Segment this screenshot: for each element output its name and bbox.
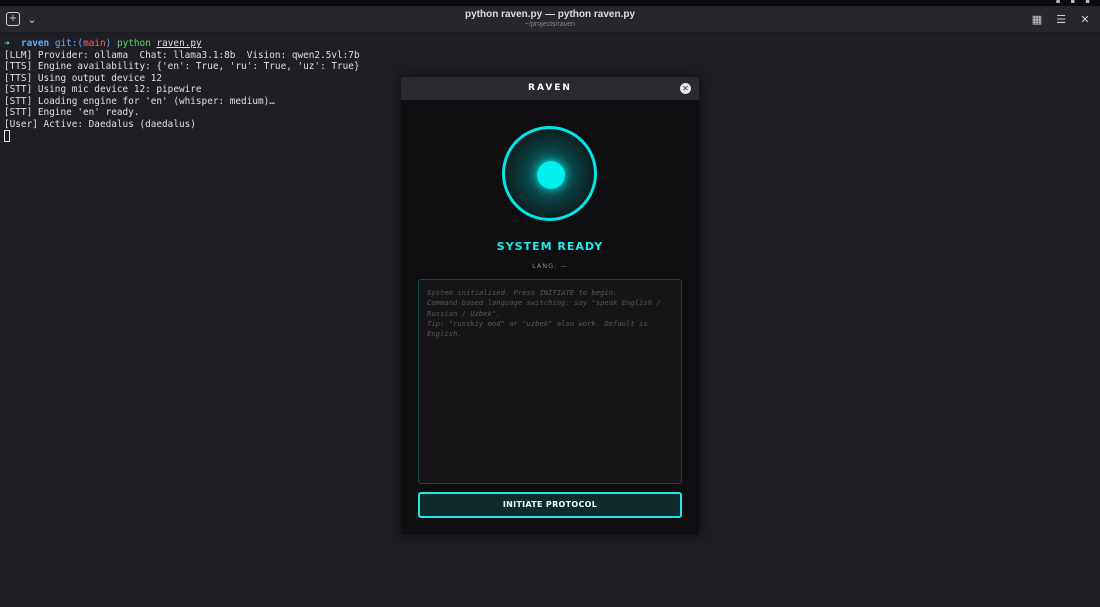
tray-icon[interactable]: ▪ xyxy=(1071,0,1076,5)
terminal-line: [User] Active: Daedalus (daedalus) xyxy=(4,118,196,130)
window-title-block: python raven.py — python raven.py ~/proj… xyxy=(0,9,1100,28)
tray-icon[interactable]: ▪ xyxy=(1085,0,1090,5)
terminal-line: [STT] Engine 'en' ready. xyxy=(4,107,140,118)
tray-icon[interactable]: ▪ xyxy=(1056,0,1061,5)
dialog-title: RAVEN xyxy=(528,83,572,93)
orb-core xyxy=(537,161,565,189)
log-text: System initialised. Press INITIATE to be… xyxy=(427,288,661,339)
terminal-titlebar: + ⌄ python raven.py — python raven.py ~/… xyxy=(0,6,1100,33)
raven-dialog: RAVEN ✕ SYSTEM READY LANG: — System init… xyxy=(401,77,699,535)
log-area[interactable]: System initialised. Press INITIATE to be… xyxy=(418,279,682,484)
terminal-line: [TTS] Engine availability: {'en': True, … xyxy=(4,61,360,72)
terminal-cursor xyxy=(4,130,10,142)
window-subtitle: ~/projects/raven xyxy=(525,21,575,28)
terminal-output[interactable]: ➜ raven git:(main) python raven.py [LLM]… xyxy=(4,38,360,142)
status-orb-icon xyxy=(502,126,597,221)
prompt-git: git:( xyxy=(54,38,84,49)
prompt-git-close: ) xyxy=(105,38,112,49)
prompt-branch: main xyxy=(83,38,106,49)
prompt-arg: raven.py xyxy=(156,38,202,49)
prompt-command: python xyxy=(116,38,151,49)
language-indicator: LANG: — xyxy=(532,262,568,270)
window-title: python raven.py — python raven.py xyxy=(464,9,636,20)
terminal-line: [TTS] Using output device 12 xyxy=(4,72,163,84)
grid-icon[interactable]: ▦ xyxy=(1030,12,1044,26)
system-tray: ▪ ▪ ▪ xyxy=(1056,0,1090,5)
dialog-header: RAVEN ✕ xyxy=(401,77,699,100)
close-icon[interactable]: ✕ xyxy=(1078,12,1092,26)
prompt-dir: raven xyxy=(20,38,50,49)
status-text: SYSTEM READY xyxy=(496,240,604,253)
terminal-line: [STT] Using mic device 12: pipewire xyxy=(4,84,202,95)
hamburger-menu-icon[interactable]: ☰ xyxy=(1054,12,1068,26)
terminal-line: [STT] Loading engine for 'en' (whisper: … xyxy=(4,95,275,107)
initiate-protocol-button[interactable]: INITIATE PROTOCOL xyxy=(418,492,682,518)
prompt-arrow-icon: ➜ xyxy=(4,38,10,49)
close-icon[interactable]: ✕ xyxy=(680,83,691,94)
terminal-line: [LLM] Provider: ollama Chat: llama3.1:8b… xyxy=(4,49,360,61)
